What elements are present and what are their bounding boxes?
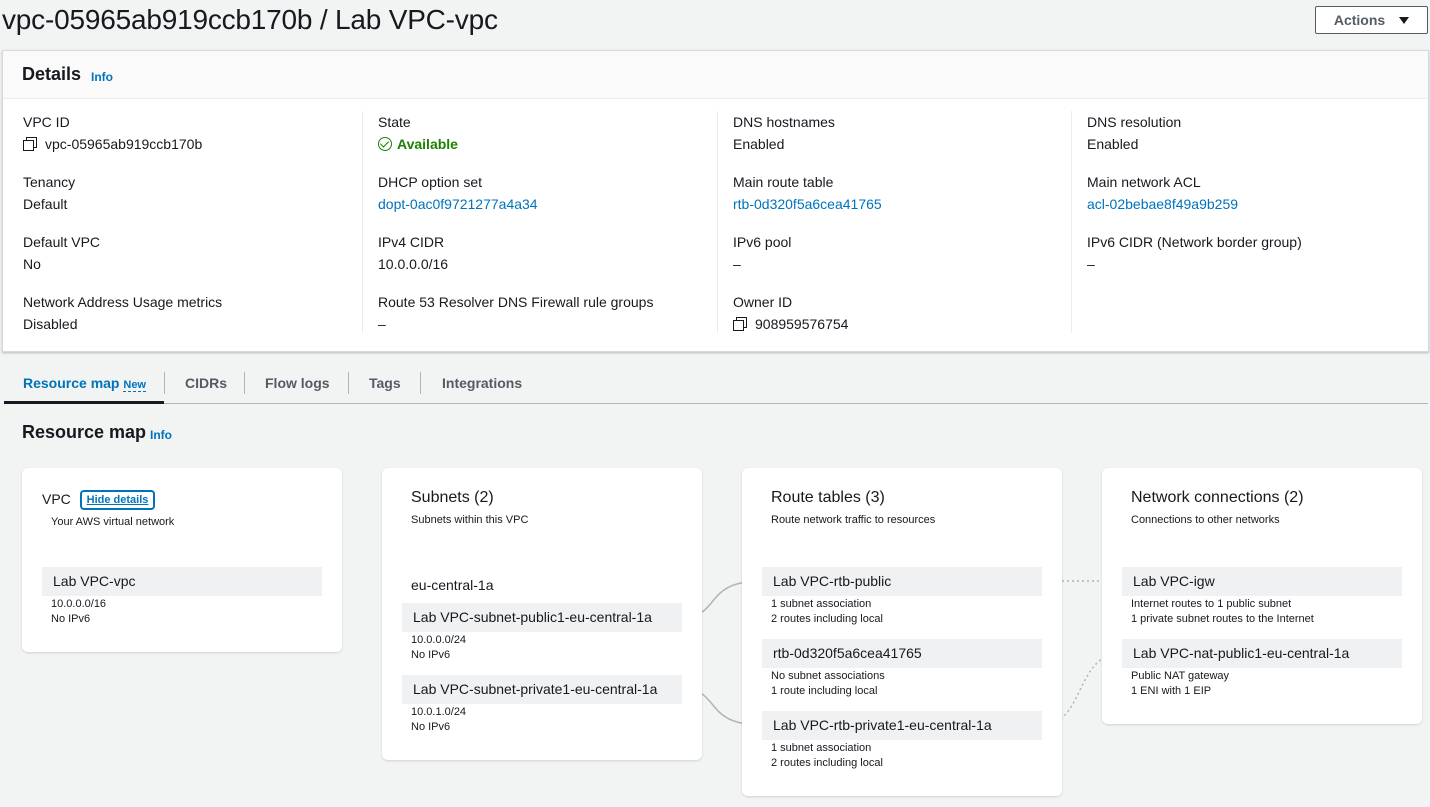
subnet-node-private[interactable]: Lab VPC-subnet-private1-eu-central-1a	[402, 675, 682, 704]
route-table-public-routes: 2 routes including local	[771, 613, 883, 625]
nat-meta-type: Public NAT gateway	[1131, 670, 1230, 682]
vpc-card-title: VPC	[42, 491, 71, 507]
route-tables-card-subtitle: Route network traffic to resources	[771, 514, 936, 526]
subnets-card-subtitle: Subnets within this VPC	[411, 514, 529, 526]
route-tables-card-title: Route tables (3)	[771, 489, 885, 506]
igw-meta-public: Internet routes to 1 public subnet	[1131, 598, 1292, 610]
network-connections-card-subtitle: Connections to other networks	[1131, 514, 1280, 526]
route-table-node-public[interactable]: Lab VPC-rtb-public	[762, 567, 1042, 596]
route-table-main-assoc: No subnet associations	[771, 670, 885, 682]
vpc-card-subtitle: Your AWS virtual network	[51, 516, 175, 528]
availability-zone-label: eu-central-1a	[411, 577, 494, 593]
route-table-node-main[interactable]: rtb-0d320f5a6cea41765	[762, 639, 1042, 668]
igw-node[interactable]: Lab VPC-igw	[1122, 567, 1402, 596]
network-connections-card-title: Network connections (2)	[1131, 489, 1304, 506]
route-table-public-assoc: 1 subnet association	[771, 598, 872, 610]
vpc-node[interactable]: Lab VPC-vpc	[42, 567, 322, 596]
subnet-private-cidr: 10.0.1.0/24	[411, 706, 467, 718]
route-table-private-routes: 2 routes including local	[771, 757, 883, 769]
subnet-node-public[interactable]: Lab VPC-subnet-public1-eu-central-1a	[402, 603, 682, 632]
vpc-cidr: 10.0.0.0/16	[51, 598, 107, 610]
igw-meta-private: 1 private subnet routes to the Internet	[1131, 613, 1314, 625]
subnet-public-cidr: 10.0.0.0/24	[411, 634, 467, 646]
vpc-ipv6: No IPv6	[51, 613, 91, 625]
route-table-node-private[interactable]: Lab VPC-rtb-private1-eu-central-1a	[762, 711, 1042, 740]
subnet-public-ipv6: No IPv6	[411, 649, 451, 661]
subnet-private-ipv6: No IPv6	[411, 721, 451, 733]
route-table-main-routes: 1 route including local	[771, 685, 878, 697]
nat-meta-eni: 1 ENI with 1 EIP	[1131, 685, 1212, 697]
nat-gateway-node[interactable]: Lab VPC-nat-public1-eu-central-1a	[1122, 639, 1402, 668]
subnets-card-title: Subnets (2)	[411, 489, 494, 506]
hide-details-button[interactable]: Hide details	[80, 490, 155, 510]
route-table-private-assoc: 1 subnet association	[771, 742, 872, 754]
